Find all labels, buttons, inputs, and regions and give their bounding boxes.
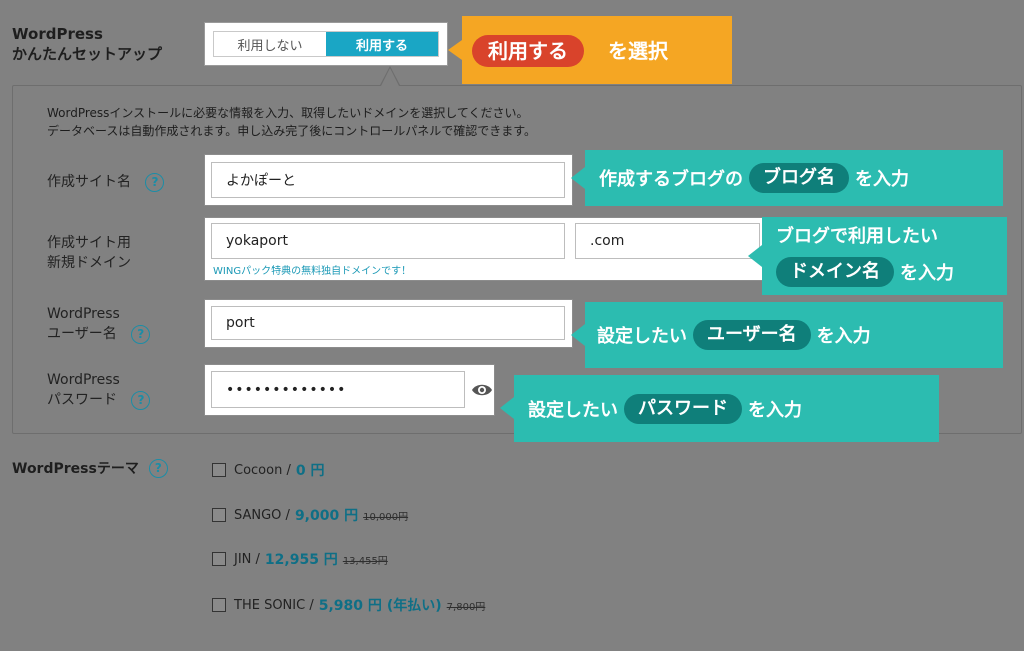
callout-domain-line2: ドメイン名 を入力 <box>770 257 954 287</box>
callout-username: 設定したい ユーザー名 を入力 <box>571 302 1003 368</box>
callout-password-pre: 設定したい <box>528 399 618 421</box>
site-name-label-group: 作成サイト名 ? <box>47 172 165 192</box>
callout-password-post: を入力 <box>748 399 802 421</box>
checkbox[interactable] <box>212 463 226 477</box>
callout-blog-name-pre: 作成するブログの <box>599 169 743 190</box>
theme-option[interactable]: JIN / 12,955 円 13,455円 <box>212 549 388 569</box>
setup-toggle-frame: 利用しない 利用する <box>205 23 447 65</box>
callout-domain: ブログで利用したい ドメイン名 を入力 <box>748 217 1007 295</box>
intro-line2: データベースは自動作成されます。申し込み完了後にコントロールパネルで確認できます… <box>47 124 537 138</box>
domain-note: WINGパック特典の無料独自ドメインです！ <box>213 266 412 277</box>
toggle-on-option[interactable]: 利用する <box>326 32 438 56</box>
callout-arrow <box>571 167 585 189</box>
callout-username-post: を入力 <box>816 326 871 347</box>
theme-option[interactable]: THE SONIC / 5,980 円 (年払い) 7,800円 <box>212 595 485 615</box>
theme-option-original-price: 7,800円 <box>446 601 486 613</box>
username-label-line1: WordPress <box>47 306 120 322</box>
panel-pointer-inner <box>381 68 399 86</box>
callout-arrow <box>748 245 762 267</box>
callout-arrow <box>571 324 585 346</box>
callout-username-pre: 設定したい <box>597 326 687 347</box>
theme-option[interactable]: Cocoon / 0 円 <box>212 460 324 480</box>
setup-toggle: 利用しない 利用する <box>213 31 439 57</box>
password-label-line2-group: パスワード ? <box>47 390 151 410</box>
help-icon[interactable]: ? <box>131 324 151 344</box>
site-name-input[interactable]: よかぽーと <box>211 162 565 198</box>
checkbox[interactable] <box>212 598 226 612</box>
callout-blog-name-pill: ブログ名 <box>749 163 849 193</box>
theme-option-billing: (年払い) <box>386 598 442 614</box>
theme-option-price: 5,980 円 <box>318 598 382 614</box>
callout-arrow <box>500 397 514 419</box>
tld-select[interactable]: .com <box>575 223 760 259</box>
help-icon[interactable]: ? <box>148 458 168 478</box>
domain-label: 作成サイト用 新規ドメイン <box>47 233 131 273</box>
theme-option-name: THE SONIC / <box>234 597 314 613</box>
checkbox[interactable] <box>212 508 226 522</box>
callout-domain-pill: ドメイン名 <box>776 257 894 287</box>
domain-input[interactable]: yokaport <box>211 223 565 259</box>
theme-option-original-price: 10,000円 <box>363 511 409 523</box>
username-label: WordPress ユーザー名 ? <box>47 304 151 344</box>
eye-icon[interactable] <box>470 378 494 402</box>
theme-option-name: SANGO / <box>234 507 290 523</box>
site-name-label: 作成サイト名 <box>47 174 131 190</box>
section-heading: WordPress かんたんセットアップ <box>12 24 162 64</box>
theme-option-name: JIN / <box>234 551 260 567</box>
password-input[interactable]: ••••••••••••• <box>211 371 465 408</box>
callout-blog-name-post: を入力 <box>855 169 909 190</box>
theme-option-price: 12,955 円 <box>264 552 338 568</box>
callout-select-text: を選択 <box>608 39 668 63</box>
domain-label-line2: 新規ドメイン <box>47 255 131 271</box>
theme-option[interactable]: SANGO / 9,000 円 10,000円 <box>212 505 408 525</box>
callout-select-pill: 利用する <box>472 35 584 67</box>
username-input[interactable]: port <box>211 306 565 340</box>
theme-label: WordPressテーマ <box>12 461 139 477</box>
checkbox[interactable] <box>212 552 226 566</box>
theme-option-price: 0 円 <box>295 463 325 479</box>
theme-option-name: Cocoon / <box>234 462 291 478</box>
callout-blog-name: 作成するブログの ブログ名 を入力 <box>571 150 1003 206</box>
theme-option-original-price: 13,455円 <box>342 555 388 567</box>
domain-label-line1: 作成サイト用 <box>47 235 131 251</box>
password-label-line2: パスワード <box>47 392 117 408</box>
password-label: WordPress パスワード ? <box>47 370 151 410</box>
heading-line1: WordPress <box>12 25 103 43</box>
callout-password: 設定したい パスワード を入力 <box>500 375 939 442</box>
username-label-line2-group: ユーザー名 ? <box>47 324 151 344</box>
intro-text: WordPressインストールに必要な情報を入力、取得したいドメインを選択してく… <box>47 104 536 140</box>
callout-username-pill: ユーザー名 <box>693 320 811 350</box>
theme-option-price: 9,000 円 <box>294 508 359 524</box>
help-icon[interactable]: ? <box>145 172 165 192</box>
theme-label-group: WordPressテーマ ? <box>12 458 168 478</box>
password-label-line1: WordPress <box>47 372 120 388</box>
help-icon[interactable]: ? <box>131 390 151 410</box>
callout-password-pill: パスワード <box>624 393 742 424</box>
username-label-line2: ユーザー名 <box>47 326 117 342</box>
callout-domain-line1: ブログで利用したい <box>776 226 938 247</box>
heading-line2: かんたんセットアップ <box>12 45 163 63</box>
intro-line1: WordPressインストールに必要な情報を入力、取得したいドメインを選択してく… <box>47 106 529 120</box>
toggle-off-option[interactable]: 利用しない <box>214 32 326 56</box>
callout-domain-post: を入力 <box>900 263 954 284</box>
callout-select: 利用する を選択 <box>448 16 732 84</box>
